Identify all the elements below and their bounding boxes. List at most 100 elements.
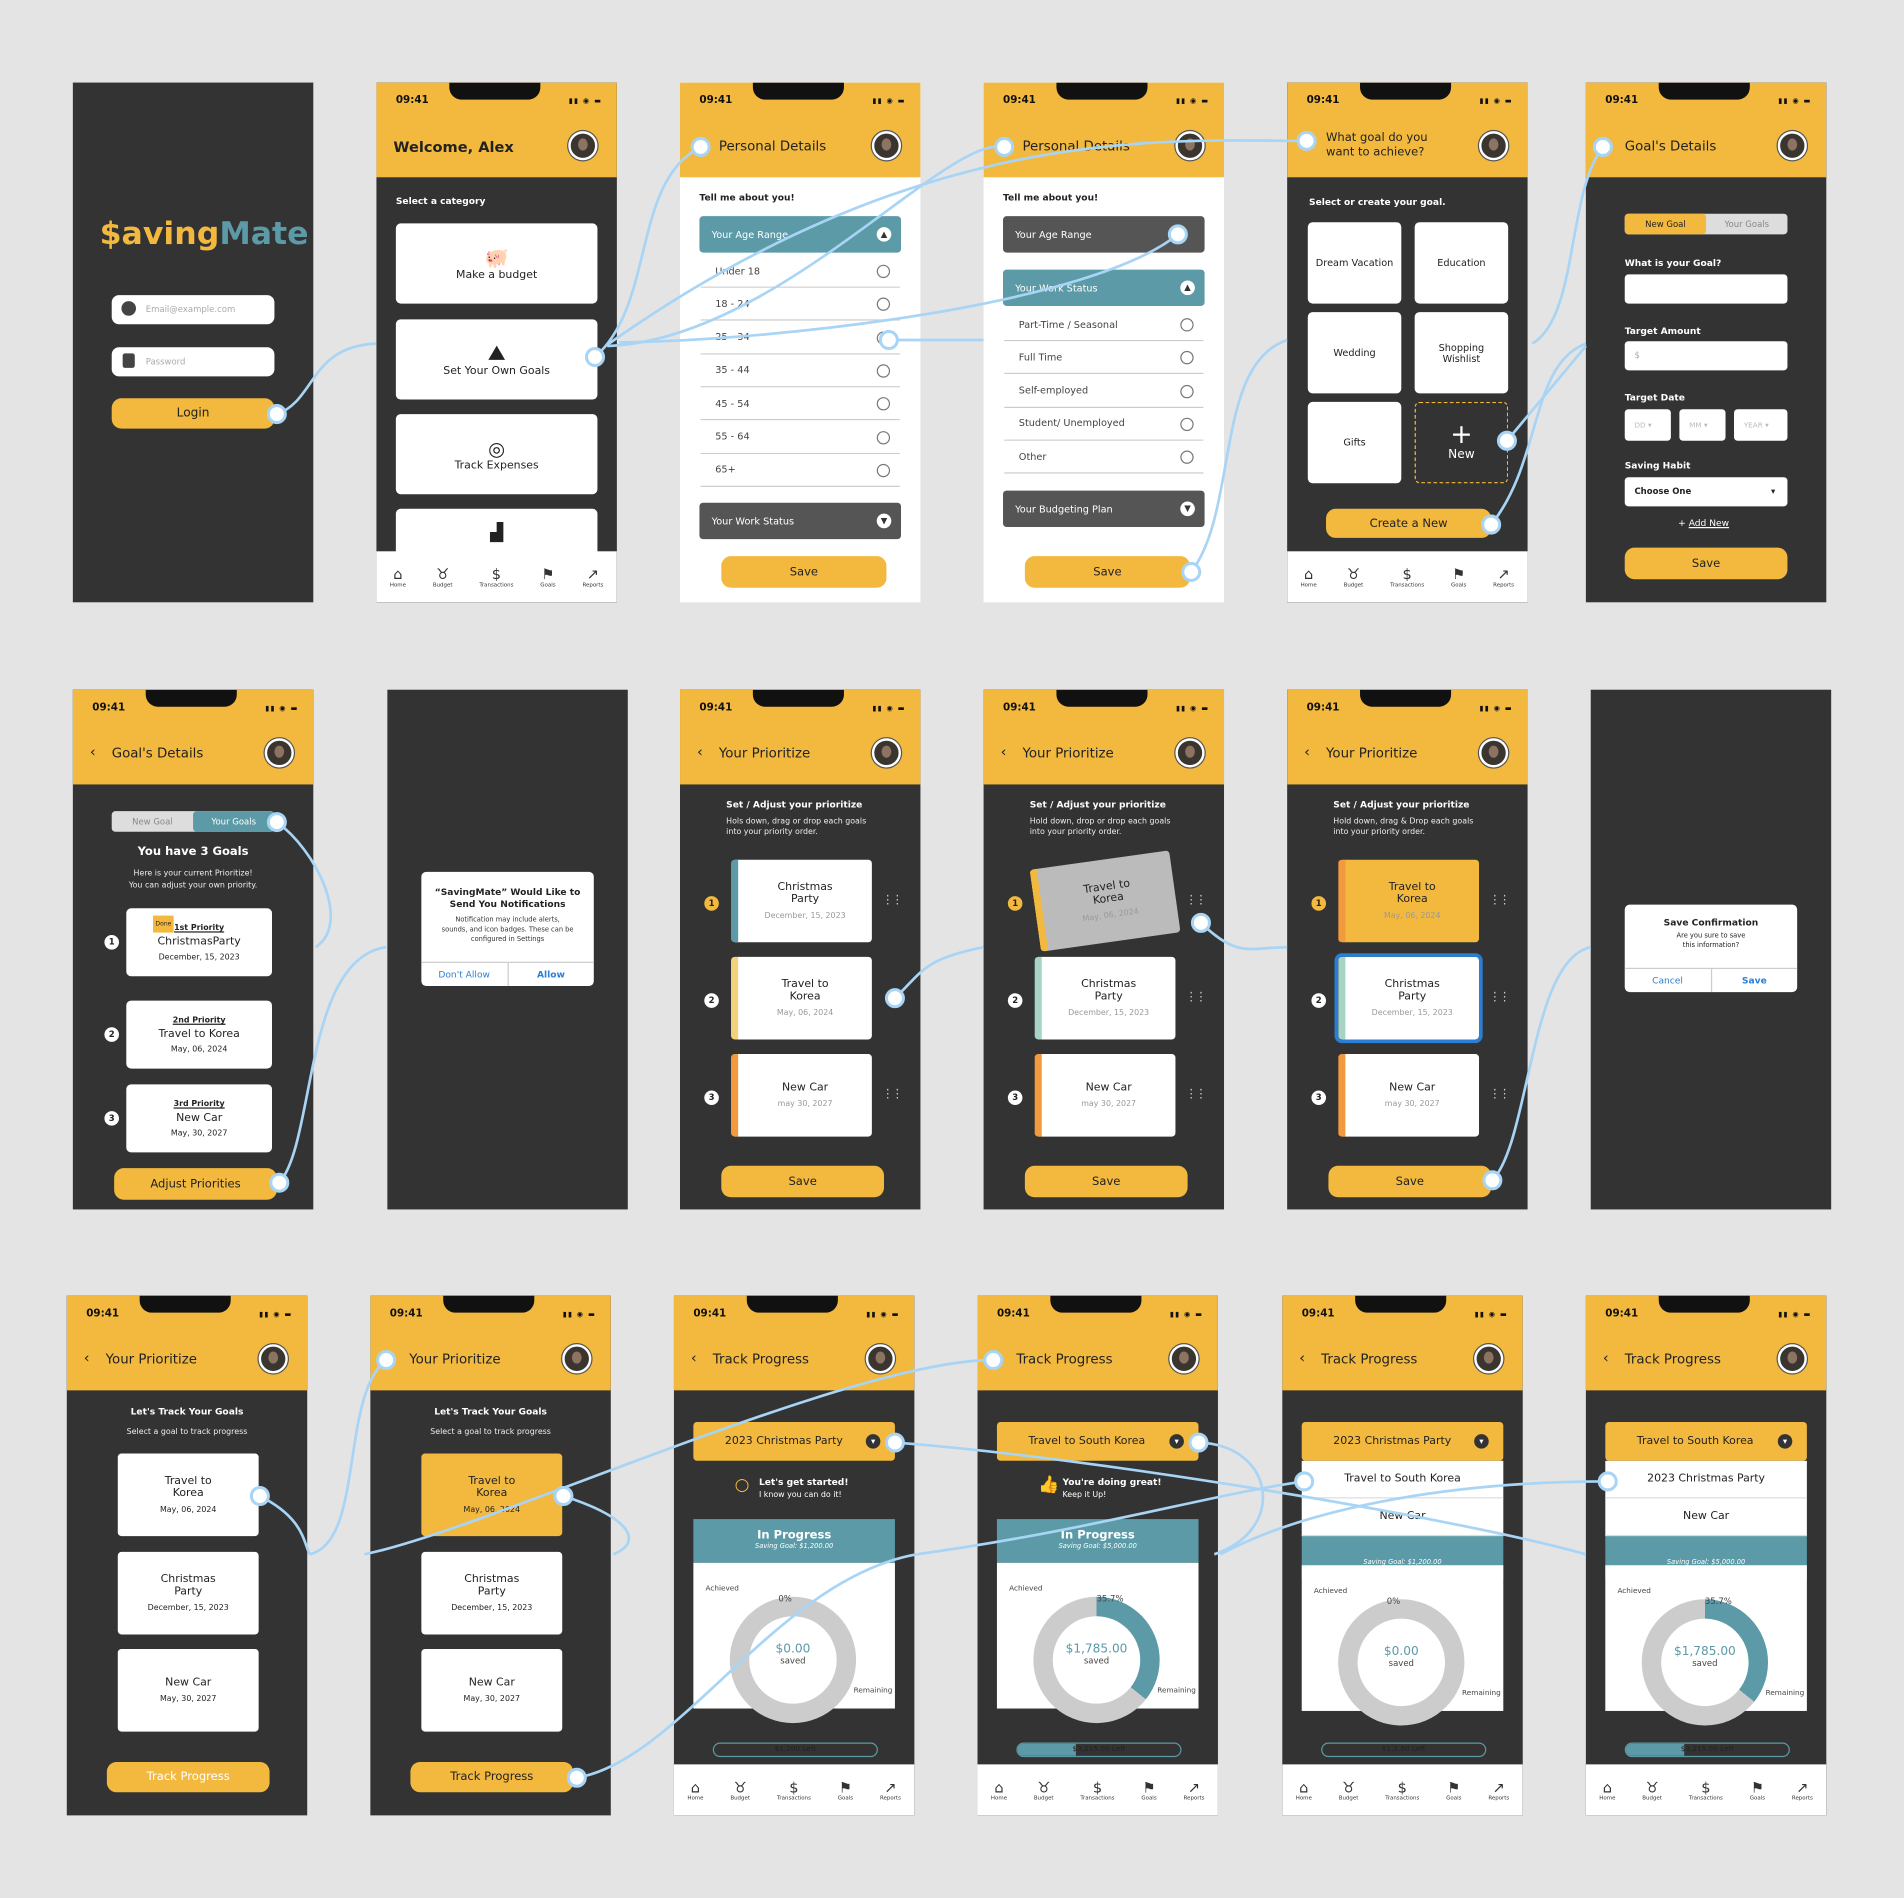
dont-allow-button[interactable]: Don't Allow xyxy=(421,962,509,987)
category-expenses[interactable]: ◎ Track Expenses xyxy=(395,414,598,495)
goal-dropdown[interactable]: 2023 Christmas Party ▾ xyxy=(1301,1421,1504,1461)
avatar[interactable] xyxy=(865,1344,895,1374)
priority-goal-card[interactable]: Done 1st Priority ChristmasParty December,… xyxy=(126,908,273,977)
age-option[interactable]: Under 18 xyxy=(700,255,900,288)
work-option[interactable]: Self-employed xyxy=(1004,374,1204,408)
avatar[interactable] xyxy=(1479,131,1509,161)
track-goal-card[interactable]: Travel to Korea May, 06, 2024 xyxy=(421,1453,563,1537)
track-goal-card[interactable]: New Car May, 30, 2027 xyxy=(117,1649,259,1732)
avatar[interactable] xyxy=(1479,738,1509,768)
nav-budget[interactable]: ♉ Budget xyxy=(1642,1778,1662,1801)
budget-plan-accordion[interactable]: Your Budgeting Plan ▼ xyxy=(1003,490,1205,528)
priority-goal-card[interactable]: Christmas Party December, 15, 2023 xyxy=(731,859,872,943)
avatar[interactable] xyxy=(1169,1344,1199,1374)
back-icon[interactable]: ‹ xyxy=(691,1349,697,1366)
nav-home[interactable]: ⌂ Home xyxy=(1599,1778,1615,1801)
login-button[interactable]: Login xyxy=(111,398,275,429)
avatar[interactable] xyxy=(1777,131,1807,161)
track-goal-card[interactable]: Christmas Party December, 15, 2023 xyxy=(117,1551,259,1635)
back-icon[interactable]: ‹ xyxy=(90,743,96,760)
priority-goal-card[interactable]: New Car may 30, 2027 xyxy=(731,1054,872,1137)
day-select[interactable]: DD ▾ xyxy=(1624,409,1671,441)
nav-home[interactable]: ⌂ Home xyxy=(390,565,406,588)
work-option[interactable]: Other xyxy=(1004,441,1204,474)
avatar[interactable] xyxy=(871,738,902,768)
work-status-accordion[interactable]: Your Work Status ▼ xyxy=(699,502,902,540)
avatar[interactable] xyxy=(1175,131,1205,161)
nav-goals[interactable]: ⚑ Goals xyxy=(1446,1778,1461,1801)
work-option[interactable]: Full Time xyxy=(1004,341,1204,375)
email-field[interactable]: Email@example.com xyxy=(111,295,275,325)
save-button[interactable]: Save xyxy=(1328,1165,1492,1198)
drag-handle-icon[interactable]: ⋮⋮ xyxy=(1489,894,1511,907)
tab-your-goals[interactable]: Your Goals xyxy=(193,811,275,832)
confirm-save-button[interactable]: Save xyxy=(1712,969,1798,992)
nav-home[interactable]: ⌂ Home xyxy=(1296,1778,1312,1801)
avatar[interactable] xyxy=(562,1344,592,1374)
back-icon[interactable]: ‹ xyxy=(1299,1349,1305,1366)
category-reports[interactable]: ▟ xyxy=(395,508,598,558)
cancel-button[interactable]: Cancel xyxy=(1625,969,1712,993)
add-new-link[interactable]: + Add New xyxy=(1678,517,1729,528)
nav-budget[interactable]: ♉ Budget xyxy=(1344,565,1364,588)
dropdown-option[interactable]: 2023 Christmas Party xyxy=(1605,1461,1807,1499)
priority-goal-card[interactable]: New Car may 30, 2027 xyxy=(1034,1054,1176,1137)
avatar[interactable] xyxy=(258,1344,288,1374)
nav-transactions[interactable]: $ Transactions xyxy=(1390,565,1424,588)
goal-dropdown[interactable]: Travel to South Korea ▾ xyxy=(996,1421,1199,1461)
month-select[interactable]: MM ▾ xyxy=(1679,409,1726,441)
nav-budget[interactable]: ♉ Budget xyxy=(1339,1778,1359,1801)
year-select[interactable]: YEAR ▾ xyxy=(1734,409,1788,441)
category-budget[interactable]: 🐖 Make a budget xyxy=(395,223,598,304)
nav-reports[interactable]: ↗ Reports xyxy=(1488,1778,1509,1801)
priority-goal-card[interactable]: Travel to Korea May, 06, 2024 xyxy=(1338,859,1480,943)
goal-name-input[interactable] xyxy=(1624,274,1788,304)
priority-goal-card[interactable]: Travel to Korea May, 06, 2024 xyxy=(731,956,872,1040)
back-icon[interactable]: ‹ xyxy=(1304,743,1310,760)
age-option[interactable]: 35 - 44 xyxy=(700,354,900,388)
tab-your-goals[interactable]: Your Goals xyxy=(1706,214,1787,235)
avatar[interactable] xyxy=(1474,1344,1504,1374)
avatar[interactable] xyxy=(1175,738,1205,768)
nav-reports[interactable]: ↗ Reports xyxy=(1792,1778,1813,1801)
save-button[interactable]: Save xyxy=(1624,547,1788,580)
back-icon[interactable]: ‹ xyxy=(697,743,703,760)
avatar[interactable] xyxy=(568,131,598,161)
priority-goal-card[interactable]: New Car may 30, 2027 xyxy=(1338,1054,1480,1137)
priority-goal-card[interactable]: Christmas Party December, 15, 2023 xyxy=(1034,956,1176,1040)
nav-home[interactable]: ⌂ Home xyxy=(991,1778,1007,1801)
priority-goal-card[interactable]: Christmas Party December, 15, 2023 xyxy=(1334,953,1483,1044)
track-progress-button[interactable]: Track Progress xyxy=(106,1761,270,1793)
saving-habit-select[interactable]: Choose One ▾ xyxy=(1624,477,1788,507)
target-amount-input[interactable]: $ xyxy=(1624,341,1788,371)
drag-handle-icon[interactable]: ⋮⋮ xyxy=(882,991,904,1004)
nav-reports[interactable]: ↗ Reports xyxy=(582,565,603,588)
work-option[interactable]: Student/ Unemployed xyxy=(1004,407,1204,441)
dropdown-option[interactable]: New Car xyxy=(1605,1498,1807,1537)
age-range-accordion[interactable]: Your Age Range ▲ xyxy=(699,216,902,253)
work-option[interactable]: Part-Time / Seasonal xyxy=(1004,308,1204,342)
avatar[interactable] xyxy=(871,131,902,161)
goal-shopping-wishlist[interactable]: Shopping Wishlist xyxy=(1414,312,1509,394)
nav-transactions[interactable]: $ Transactions xyxy=(479,565,513,588)
priority-goal-card[interactable]: 3rd Priority New Car May, 30, 2027 xyxy=(126,1084,273,1153)
age-option[interactable]: 65+ xyxy=(700,453,900,487)
age-option[interactable]: 18 - 24 xyxy=(700,288,900,321)
password-field[interactable]: Password xyxy=(111,347,275,377)
drag-handle-icon[interactable]: ⋮⋮ xyxy=(1185,991,1207,1004)
drag-handle-icon[interactable]: ⋮⋮ xyxy=(1185,894,1207,907)
nav-transactions[interactable]: $ Transactions xyxy=(1080,1778,1114,1801)
nav-transactions[interactable]: $ Transactions xyxy=(1689,1778,1723,1801)
work-status-accordion[interactable]: Your Work Status ▲ xyxy=(1003,269,1205,307)
back-icon[interactable]: ‹ xyxy=(84,1349,90,1366)
goal-gifts[interactable]: Gifts xyxy=(1307,401,1402,484)
nav-budget[interactable]: ♉ Budget xyxy=(433,565,453,588)
priority-goal-card[interactable]: 2nd Priority Travel to Korea May, 06, 2024 xyxy=(126,1000,273,1069)
age-option[interactable]: 25 - 34 xyxy=(700,321,900,355)
nav-goals[interactable]: ⚑ Goals xyxy=(1451,565,1466,588)
tab-new-goal[interactable]: New Goal xyxy=(1624,213,1707,235)
back-icon[interactable]: ‹ xyxy=(1603,1349,1609,1366)
back-icon[interactable]: ‹ xyxy=(995,1349,1001,1366)
nav-goals[interactable]: ⚑ Goals xyxy=(838,1778,853,1801)
nav-goals[interactable]: ⚑ Goals xyxy=(540,565,555,588)
